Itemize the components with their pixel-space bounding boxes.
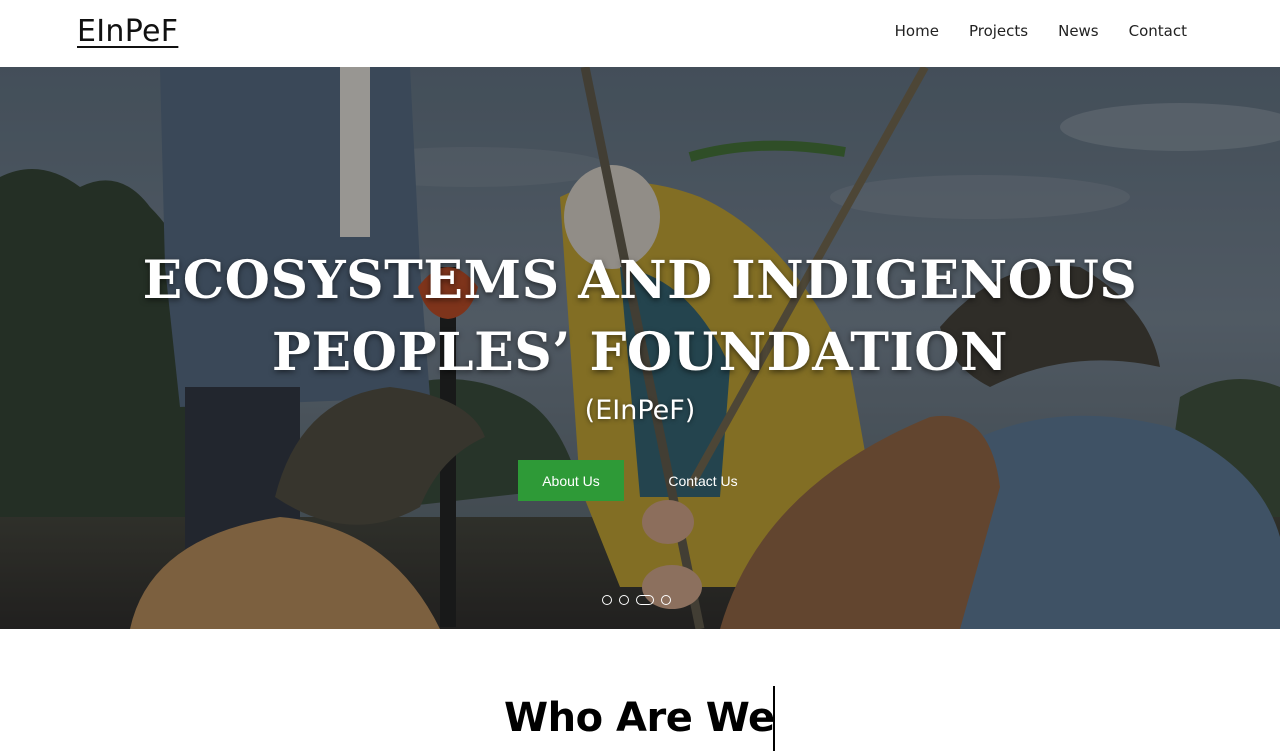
carousel-indicators — [602, 595, 671, 605]
site-header: EInPeF Home Projects News Contact — [0, 0, 1280, 67]
hero-title-line-1: ECOSYSTEMS AND INDIGENOUS — [142, 250, 1138, 311]
nav-projects[interactable]: Projects — [969, 22, 1028, 40]
who-are-we-section: Who Are We — [0, 686, 1280, 751]
hero-carousel: ECOSYSTEMS AND INDIGENOUS PEOPLES’ FOUND… — [0, 67, 1280, 629]
nav-contact[interactable]: Contact — [1129, 22, 1187, 40]
carousel-dot-3-active[interactable] — [636, 595, 654, 605]
carousel-dot-1[interactable] — [602, 595, 612, 605]
site-logo[interactable]: EInPeF — [77, 14, 178, 49]
hero-title: ECOSYSTEMS AND INDIGENOUS PEOPLES’ FOUND… — [0, 245, 1280, 389]
contact-us-button[interactable]: Contact Us — [650, 460, 756, 501]
section-title: Who Are We — [504, 695, 775, 741]
hero-subtitle: (EInPeF) — [584, 395, 696, 426]
carousel-dot-2[interactable] — [619, 595, 629, 605]
carousel-dot-4[interactable] — [661, 595, 671, 605]
nav-news[interactable]: News — [1058, 22, 1099, 40]
about-us-button[interactable]: About Us — [518, 460, 624, 501]
main-nav: Home Projects News Contact — [895, 22, 1187, 40]
typing-caret — [773, 686, 775, 751]
hero-title-line-2: PEOPLES’ FOUNDATION — [271, 322, 1009, 383]
nav-home[interactable]: Home — [895, 22, 939, 40]
